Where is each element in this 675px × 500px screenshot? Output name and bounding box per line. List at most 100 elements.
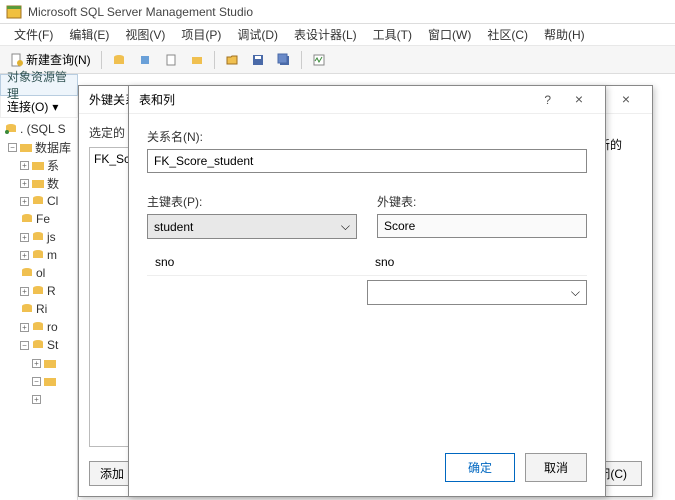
pk-column-cell[interactable]: sno (147, 249, 367, 276)
new-query-label: 新建查询(N) (26, 51, 91, 68)
folder-icon (43, 375, 57, 387)
menu-file[interactable]: 文件(F) (8, 24, 59, 45)
expand-icon[interactable]: + (20, 179, 29, 188)
report-icon (164, 53, 178, 67)
cancel-button[interactable]: 取消 (525, 453, 587, 482)
menu-tools[interactable]: 工具(T) (367, 24, 418, 45)
db-icon (31, 195, 45, 207)
fk-table-label: 外键表: (377, 193, 587, 210)
chevron-down-icon: ⌵ (571, 285, 580, 300)
tree-subitem[interactable]: − (0, 372, 77, 390)
app-titlebar: Microsoft SQL Server Management Studio (0, 0, 675, 24)
db-icon (112, 53, 126, 67)
tree-item[interactable]: +数 (0, 174, 77, 192)
toolbar-saveall[interactable] (273, 51, 295, 69)
open-icon (225, 53, 239, 67)
object-explorer-title: 对象资源管理 (7, 68, 71, 102)
db-icon (20, 303, 34, 315)
menu-project[interactable]: 项目(P) (175, 24, 227, 45)
tree-item[interactable]: Fe (0, 210, 77, 228)
toolbar-open[interactable] (221, 51, 243, 69)
expand-icon[interactable]: + (20, 233, 29, 242)
relation-name-input[interactable] (147, 149, 587, 173)
ok-button[interactable]: 确定 (445, 453, 515, 482)
tree-item[interactable]: +js (0, 228, 77, 246)
db-icon (31, 321, 45, 333)
tree-item[interactable]: +系 (0, 156, 77, 174)
toolbar-sep (101, 51, 102, 69)
folder-icon (19, 141, 33, 153)
fk-column-combo[interactable]: ⌵ (367, 280, 587, 305)
toolbar-activity[interactable] (308, 51, 330, 69)
chevron-down-icon: ⌵ (341, 219, 350, 234)
toolbar-save[interactable] (247, 51, 269, 69)
collapse-icon[interactable]: − (8, 143, 17, 152)
menu-view[interactable]: 视图(V) (119, 24, 171, 45)
object-explorer-tree: . (SQL S − 数据库 +系 +数 +Cl Fe +js +m ol +R… (0, 120, 78, 500)
db-icon (31, 285, 45, 297)
pk-table-label: 主键表(P): (147, 193, 357, 210)
expand-icon[interactable]: + (20, 323, 29, 332)
expand-icon[interactable]: + (20, 161, 29, 170)
menu-edit[interactable]: 编辑(E) (63, 24, 115, 45)
column-grid: sno sno ⌵ (147, 249, 587, 305)
activity-icon (312, 53, 326, 67)
toolbar-btn-4[interactable] (186, 51, 208, 69)
tree-item[interactable]: +Cl (0, 192, 77, 210)
collapse-icon[interactable]: − (20, 341, 29, 350)
tree-item[interactable]: Ri (0, 300, 77, 318)
menu-window[interactable]: 窗口(W) (422, 24, 477, 45)
toolbar-btn-2[interactable] (134, 51, 156, 69)
db-icon (20, 267, 34, 279)
collapse-icon[interactable]: − (32, 377, 41, 386)
tree-item[interactable]: +ro (0, 318, 77, 336)
server-icon (4, 123, 18, 135)
save-icon (251, 53, 265, 67)
db-icon (31, 231, 45, 243)
fk-column-cell[interactable]: sno (367, 249, 587, 276)
toolbar-btn-1[interactable] (108, 51, 130, 69)
dropdown-icon[interactable]: ▾ (52, 100, 58, 114)
cube-icon (138, 53, 152, 67)
toolbar-sep2 (214, 51, 215, 69)
tree-subitem[interactable]: + (0, 390, 77, 408)
relation-name-label: 关系名(N): (147, 128, 587, 145)
tree-item[interactable]: −St (0, 336, 77, 354)
pk-table-combo[interactable]: student ⌵ (147, 214, 357, 239)
db-icon (31, 249, 45, 261)
close-icon[interactable]: × (610, 90, 642, 110)
toolbar-sep3 (301, 51, 302, 69)
expand-icon[interactable]: + (32, 395, 41, 404)
expand-icon[interactable]: + (20, 197, 29, 206)
tree-subitem[interactable]: + (0, 354, 77, 372)
tree-item[interactable]: ol (0, 264, 77, 282)
new-query-button[interactable]: 新建查询(N) (6, 49, 95, 70)
app-title: Microsoft SQL Server Management Studio (28, 5, 253, 19)
tree-root[interactable]: . (SQL S (0, 120, 77, 138)
tc-dialog-titlebar[interactable]: 表和列 ? × (129, 86, 605, 114)
tree-databases[interactable]: − 数据库 (0, 138, 77, 156)
tree-item[interactable]: +R (0, 282, 77, 300)
toolbar-btn-3[interactable] (160, 51, 182, 69)
close-icon[interactable]: × (563, 90, 595, 110)
pk-table-value: student (154, 220, 193, 234)
saveall-icon (277, 53, 291, 67)
expand-icon[interactable]: + (32, 359, 41, 368)
db-icon (20, 213, 34, 225)
tc-dialog-title: 表和列 (139, 91, 175, 108)
toolbar: 新建查询(N) (0, 46, 675, 74)
app-icon (6, 4, 22, 20)
menu-help[interactable]: 帮助(H) (538, 24, 591, 45)
expand-icon[interactable]: + (20, 287, 29, 296)
connect-label[interactable]: 连接(O) (7, 98, 48, 115)
help-icon[interactable]: ? (538, 93, 557, 107)
db-icon (31, 339, 45, 351)
tables-columns-dialog: 表和列 ? × 关系名(N): 主键表(P): student ⌵ 外键表: S… (128, 85, 606, 497)
new-query-icon (10, 53, 24, 67)
menu-community[interactable]: 社区(C) (481, 24, 534, 45)
tree-item[interactable]: +m (0, 246, 77, 264)
object-explorer-header: 对象资源管理 (0, 74, 78, 96)
expand-icon[interactable]: + (20, 251, 29, 260)
menu-debug[interactable]: 调试(D) (231, 24, 284, 45)
menu-designer[interactable]: 表设计器(L) (288, 24, 363, 45)
